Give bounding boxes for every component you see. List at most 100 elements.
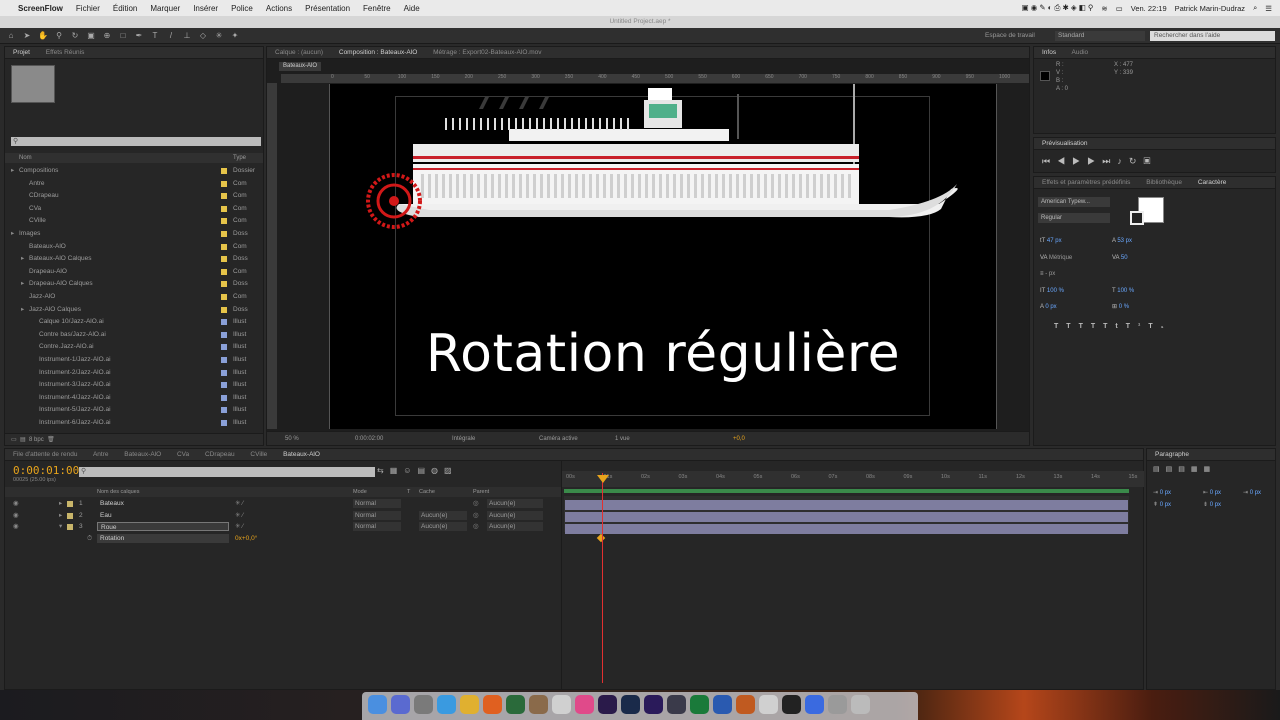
font-select[interactable]: American Typew...	[1038, 197, 1110, 207]
col-name[interactable]: Nom	[19, 153, 32, 163]
rotate-tool-icon[interactable]: ↻	[70, 31, 80, 41]
indent-left-field[interactable]: ⇥ 0 px	[1153, 487, 1171, 499]
project-item[interactable]: Instrument-6/Jazz-AlO.ai Illust	[5, 417, 263, 430]
menu-item[interactable]: Aide	[404, 4, 420, 13]
project-item[interactable]: Instrument-1/Jazz-AlO.ai Illust	[5, 354, 263, 367]
label-color-swatch[interactable]	[221, 193, 227, 200]
project-item[interactable]: Contre bas/Jazz-AlO.ai Illust	[5, 329, 263, 342]
disclosure-icon[interactable]	[21, 241, 23, 254]
tab-render-queue[interactable]: File d'attente de rendu	[13, 451, 77, 458]
label-color-swatch[interactable]	[221, 407, 227, 414]
keyframe[interactable]	[596, 533, 606, 543]
all-caps-icon[interactable]: TT	[1079, 323, 1104, 330]
tab-effects-presets[interactable]: Effets et paramètres prédéfinis	[1042, 179, 1130, 186]
layer-row[interactable]: ◉ ▸ 2 Eau ✳ ⁄ Normal Aucun(e) ◎ Aucun(e)	[5, 510, 561, 522]
disclosure-icon[interactable]: ▸	[21, 304, 24, 317]
label-color-swatch[interactable]	[221, 293, 227, 300]
label-color-swatch[interactable]	[221, 281, 227, 288]
photoshop-icon[interactable]	[621, 695, 640, 714]
layer-name[interactable]: Eau	[97, 511, 229, 520]
project-item[interactable]: Jazz-AlO Com	[5, 291, 263, 304]
align-left-icon[interactable]: ▤	[1153, 466, 1166, 473]
tab-preview[interactable]: Prévisualisation	[1042, 140, 1088, 147]
layer-name[interactable]: Roue	[97, 522, 229, 531]
layer-bar-1[interactable]	[565, 500, 1128, 510]
label-color-swatch[interactable]	[221, 256, 227, 263]
audio-icon[interactable]: ♪	[1117, 156, 1129, 166]
faux-bold-icon[interactable]: T	[1054, 323, 1066, 330]
project-item[interactable]: Bateaux-AlO Com	[5, 241, 263, 254]
subscript-icon[interactable]: T₁	[1148, 323, 1171, 330]
folder-icon[interactable]	[828, 695, 847, 714]
property-value[interactable]: 0x+0,0°	[235, 533, 257, 545]
quicktime-icon[interactable]	[782, 695, 801, 714]
superscript-icon[interactable]: T¹	[1126, 323, 1149, 330]
finder-icon[interactable]	[368, 695, 387, 714]
layer-bar-2[interactable]	[565, 512, 1128, 522]
puppet-tool-icon[interactable]: ✦	[230, 31, 240, 41]
first-line-field[interactable]: ⇥ 0 px	[1243, 487, 1261, 499]
project-item[interactable]: CVille Com	[5, 215, 263, 228]
clone-tool-icon[interactable]: ⊥	[182, 31, 192, 41]
disclosure-icon[interactable]: ▸	[21, 278, 24, 291]
screenflow-icon[interactable]	[805, 695, 824, 714]
label-color-swatch[interactable]	[67, 512, 73, 519]
menu-item[interactable]: Marquer	[150, 4, 180, 13]
comp-name-badge[interactable]: Bateaux-AlO	[279, 62, 322, 71]
playhead[interactable]	[602, 473, 603, 683]
numbers-icon[interactable]	[506, 695, 525, 714]
cache-select[interactable]: Aucun(e)	[419, 510, 467, 520]
project-item[interactable]: CVa Com	[5, 203, 263, 216]
layer-name[interactable]: Bateaux	[97, 499, 229, 508]
col-track[interactable]: T	[407, 487, 410, 497]
label-color-swatch[interactable]	[221, 218, 227, 225]
tsume-field[interactable]: ⊞ 0 %	[1112, 299, 1134, 316]
col-type[interactable]: Type	[233, 153, 246, 163]
launchpad-icon[interactable]	[414, 695, 433, 714]
tab-footage[interactable]: Métrage : Export02-Bateaux-AlO.mov	[433, 49, 541, 56]
tab-composition[interactable]: Composition : Bateaux-AlO	[339, 49, 417, 56]
project-item[interactable]: ▸ Images Doss	[5, 228, 263, 241]
prev-frame-icon[interactable]: ◀	[1057, 156, 1072, 166]
disclosure-icon[interactable]	[31, 404, 33, 417]
pickwhip-icon[interactable]: ◎	[473, 498, 479, 510]
zoom-tool-icon[interactable]: ⚲	[54, 31, 64, 41]
eye-icon[interactable]: ◉	[13, 521, 19, 533]
tab-bateaux[interactable]: Bateaux-AlO	[124, 451, 161, 458]
label-color-swatch[interactable]	[221, 306, 227, 313]
justify-all-icon[interactable]: ▦	[1204, 466, 1217, 473]
timeline-timecode[interactable]: 0:00:01:00	[13, 464, 79, 477]
new-folder-icon[interactable]: ▭	[11, 437, 17, 443]
tab-audio[interactable]: Audio	[1072, 49, 1089, 56]
pen-tool-icon[interactable]: ✒	[134, 31, 144, 41]
disclosure-icon[interactable]	[21, 178, 23, 191]
project-item[interactable]: Instrument-5/Jazz-AlO.ai Illust	[5, 404, 263, 417]
style-select[interactable]: Regular	[1038, 213, 1110, 223]
safari-icon[interactable]	[437, 695, 456, 714]
text-tool-icon[interactable]: T	[150, 31, 160, 41]
word-icon[interactable]	[713, 695, 732, 714]
motion-blur-icon[interactable]: ◍	[431, 466, 444, 475]
home-icon[interactable]: ⌂	[6, 31, 16, 41]
label-color-swatch[interactable]	[221, 344, 227, 351]
tab-layer[interactable]: Calque : (aucun)	[275, 49, 323, 56]
project-item[interactable]: Instrument-3/Jazz-AlO.ai Illust	[5, 379, 263, 392]
project-search-input[interactable]: ⚲	[11, 137, 261, 146]
label-color-swatch[interactable]	[221, 243, 227, 250]
label-color-swatch[interactable]	[221, 356, 227, 363]
media-encoder-icon[interactable]	[667, 695, 686, 714]
disclosure-icon[interactable]: ▸	[11, 165, 14, 178]
tab-project[interactable]: Projet	[13, 49, 30, 56]
graph-editor-icon[interactable]: ▨	[444, 466, 458, 475]
label-color-swatch[interactable]	[221, 382, 227, 389]
label-color-swatch[interactable]	[221, 168, 227, 174]
hand-tool-icon[interactable]: ✋	[38, 31, 48, 41]
justify-icon[interactable]: ▦	[1191, 466, 1204, 473]
menu-item[interactable]: Présentation	[305, 4, 350, 13]
comp-mini-flowchart-icon[interactable]: ⇆	[377, 466, 390, 475]
layer-row[interactable]: ◉ ▾ 3 Roue ✳ ⁄ Normal Aucun(e) ◎ Aucun(e)	[5, 521, 561, 533]
disclosure-icon[interactable]	[31, 329, 33, 342]
timeline-search-input[interactable]: ⚲	[79, 467, 375, 477]
status-icons[interactable]: ▣ ◉ ✎ ◐ ⎙ ✱ ◈ ◧ ⚲	[1022, 3, 1094, 13]
project-item[interactable]: ▸ Drapeau-AlO Calques Doss	[5, 278, 263, 291]
